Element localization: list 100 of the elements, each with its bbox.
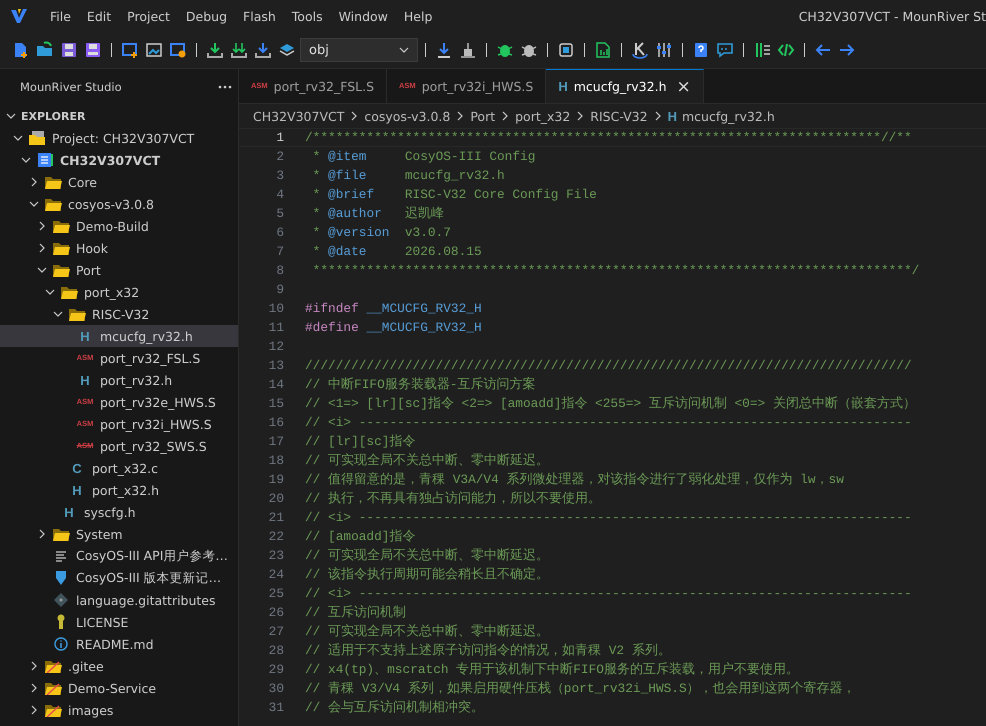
project-icon [28, 130, 46, 146]
window-settings-icon[interactable] [169, 41, 187, 59]
tree-item[interactable]: Demo-Service [0, 677, 238, 699]
breadcrumb-item[interactable]: CH32V307VCT [253, 108, 344, 124]
tree-item[interactable]: RISC-V32 [0, 303, 238, 325]
new-window-icon[interactable] [121, 41, 139, 59]
download-tray-icon[interactable] [230, 41, 248, 59]
code-line: // 可实现全局不关总中断、零中断延迟。 [305, 547, 550, 564]
tree-item[interactable]: Hook [0, 237, 238, 259]
code-line: // 会与互斥访问机制相冲突。 [305, 699, 484, 716]
download-icon[interactable] [435, 41, 453, 59]
chat-icon[interactable] [716, 41, 734, 59]
line-number: 29 [268, 662, 285, 677]
save-icon[interactable] [60, 41, 78, 59]
breadcrumb-item[interactable]: RISC-V32 [590, 108, 648, 124]
folder-icon [60, 285, 78, 299]
code-line: // [amoadd]指令 [305, 528, 416, 545]
line-number: 1 [275, 130, 285, 145]
code-icon[interactable] [777, 41, 795, 59]
header-file-icon: H [64, 506, 74, 518]
editor-tab[interactable]: H mcucfg_rv32.h × [546, 69, 704, 103]
line-number: 5 [275, 206, 285, 221]
download-tray-icon[interactable] [254, 41, 272, 59]
tree-item[interactable]: H syscfg.h [0, 501, 238, 523]
tree-item[interactable]: Project: CH32V307VCT [0, 127, 238, 149]
code-line: * @file mcucfg_rv32.h [312, 168, 505, 183]
help-book-icon[interactable] [692, 41, 710, 59]
build-target-dropdown[interactable]: obj [300, 38, 418, 62]
tree-item[interactable]: LICENSE [0, 611, 238, 633]
line-number: 20 [268, 491, 285, 506]
code-line: // <i> ------------------------------------------------------------------------ [305, 510, 912, 525]
folder-icon [44, 659, 62, 673]
chevron-right-icon [349, 111, 360, 121]
line-number: 14 [268, 377, 285, 392]
tree-item[interactable]: Demo-Build [0, 215, 238, 237]
new-file-icon[interactable] [12, 41, 30, 59]
panel-title: MounRiver Studio [20, 80, 122, 94]
chevron-right-icon [29, 705, 39, 715]
tree-item[interactable]: Core [0, 171, 238, 193]
tree-item[interactable]: README.md [0, 633, 238, 655]
header-file-icon: H [558, 80, 568, 93]
folder-icon [52, 263, 70, 277]
menu-item[interactable]: Window [330, 8, 396, 24]
menu-item[interactable]: File [42, 8, 79, 24]
bars-icon[interactable] [753, 41, 771, 59]
menu-item[interactable]: Flash [235, 8, 284, 24]
tree-item[interactable]: H port_rv32.h [0, 369, 238, 391]
chevron-down-icon [6, 111, 16, 121]
breadcrumb-item[interactable]: mcucfg_rv32.h [682, 108, 775, 124]
text-lines-icon [55, 550, 67, 562]
open-folder-icon[interactable] [36, 41, 54, 59]
line-number: 8 [275, 263, 285, 278]
line-number: 27 [268, 624, 285, 639]
code-line: // 可实现全局不关总中断、零中断延迟。 [305, 452, 550, 469]
tree-item[interactable]: port_x32 [0, 281, 238, 303]
tree-item[interactable]: H port_x32.h [0, 479, 238, 501]
folder-icon [44, 703, 62, 717]
line-number: 24 [268, 567, 285, 582]
breadcrumb-item[interactable]: Port [470, 108, 496, 124]
breadcrumb-item[interactable]: port_x32 [515, 108, 570, 124]
tree-item[interactable]: cosyos-v3.0.8 [0, 193, 238, 215]
tree-item[interactable]: CH32V307VCT [0, 149, 238, 171]
picture-icon[interactable] [145, 41, 163, 59]
more-icon [218, 85, 232, 89]
menu-item[interactable]: Debug [178, 8, 236, 24]
download-tray-icon[interactable] [206, 41, 224, 59]
menu-item[interactable]: Tools [284, 8, 331, 24]
folder-icon [44, 681, 62, 695]
header-file-icon: H [80, 374, 90, 386]
chevron-right-icon [575, 111, 586, 121]
save-all-icon[interactable] [84, 41, 102, 59]
breadcrumb-item[interactable]: cosyos-v3.0.8 [364, 108, 450, 124]
document-icon[interactable] [594, 41, 612, 59]
diamond-icon [54, 593, 68, 607]
section-title[interactable]: EXPLORER [21, 110, 86, 122]
close-button[interactable]: × [676, 76, 691, 96]
line-number: 21 [268, 510, 285, 525]
line-number: 4 [275, 187, 285, 202]
k-logo-icon[interactable] [631, 41, 649, 59]
tree-item[interactable]: images [0, 699, 238, 721]
menu-item[interactable]: Help [396, 8, 440, 24]
line-number: 3 [275, 168, 285, 183]
tree-item[interactable]: language.gitattributes [0, 589, 238, 611]
line-number: 6 [275, 225, 285, 240]
tree-item[interactable]: CosyOS-III API用户参考… [0, 545, 238, 567]
tree-item[interactable]: System [0, 523, 238, 545]
line-number: 18 [268, 453, 285, 468]
chevron-right-icon [29, 683, 39, 693]
tree-item[interactable]: .gitee [0, 655, 238, 677]
code-line: // 该指令执行周期可能会稍长且不确定。 [305, 566, 550, 583]
tree-item[interactable]: Port [0, 259, 238, 281]
menu-item[interactable]: Project [119, 8, 178, 24]
sliders-icon[interactable] [655, 41, 673, 59]
tree-item[interactable]: C port_x32.c [0, 457, 238, 479]
chevron-right-icon [652, 111, 663, 121]
menu-item[interactable]: Edit [78, 8, 120, 24]
tree-item[interactable]: CosyOS-III 版本更新记… [0, 567, 238, 589]
header-file-icon: H [80, 330, 90, 342]
tree-item[interactable]: H mcucfg_rv32.h [0, 325, 238, 347]
line-number: 7 [275, 244, 285, 259]
